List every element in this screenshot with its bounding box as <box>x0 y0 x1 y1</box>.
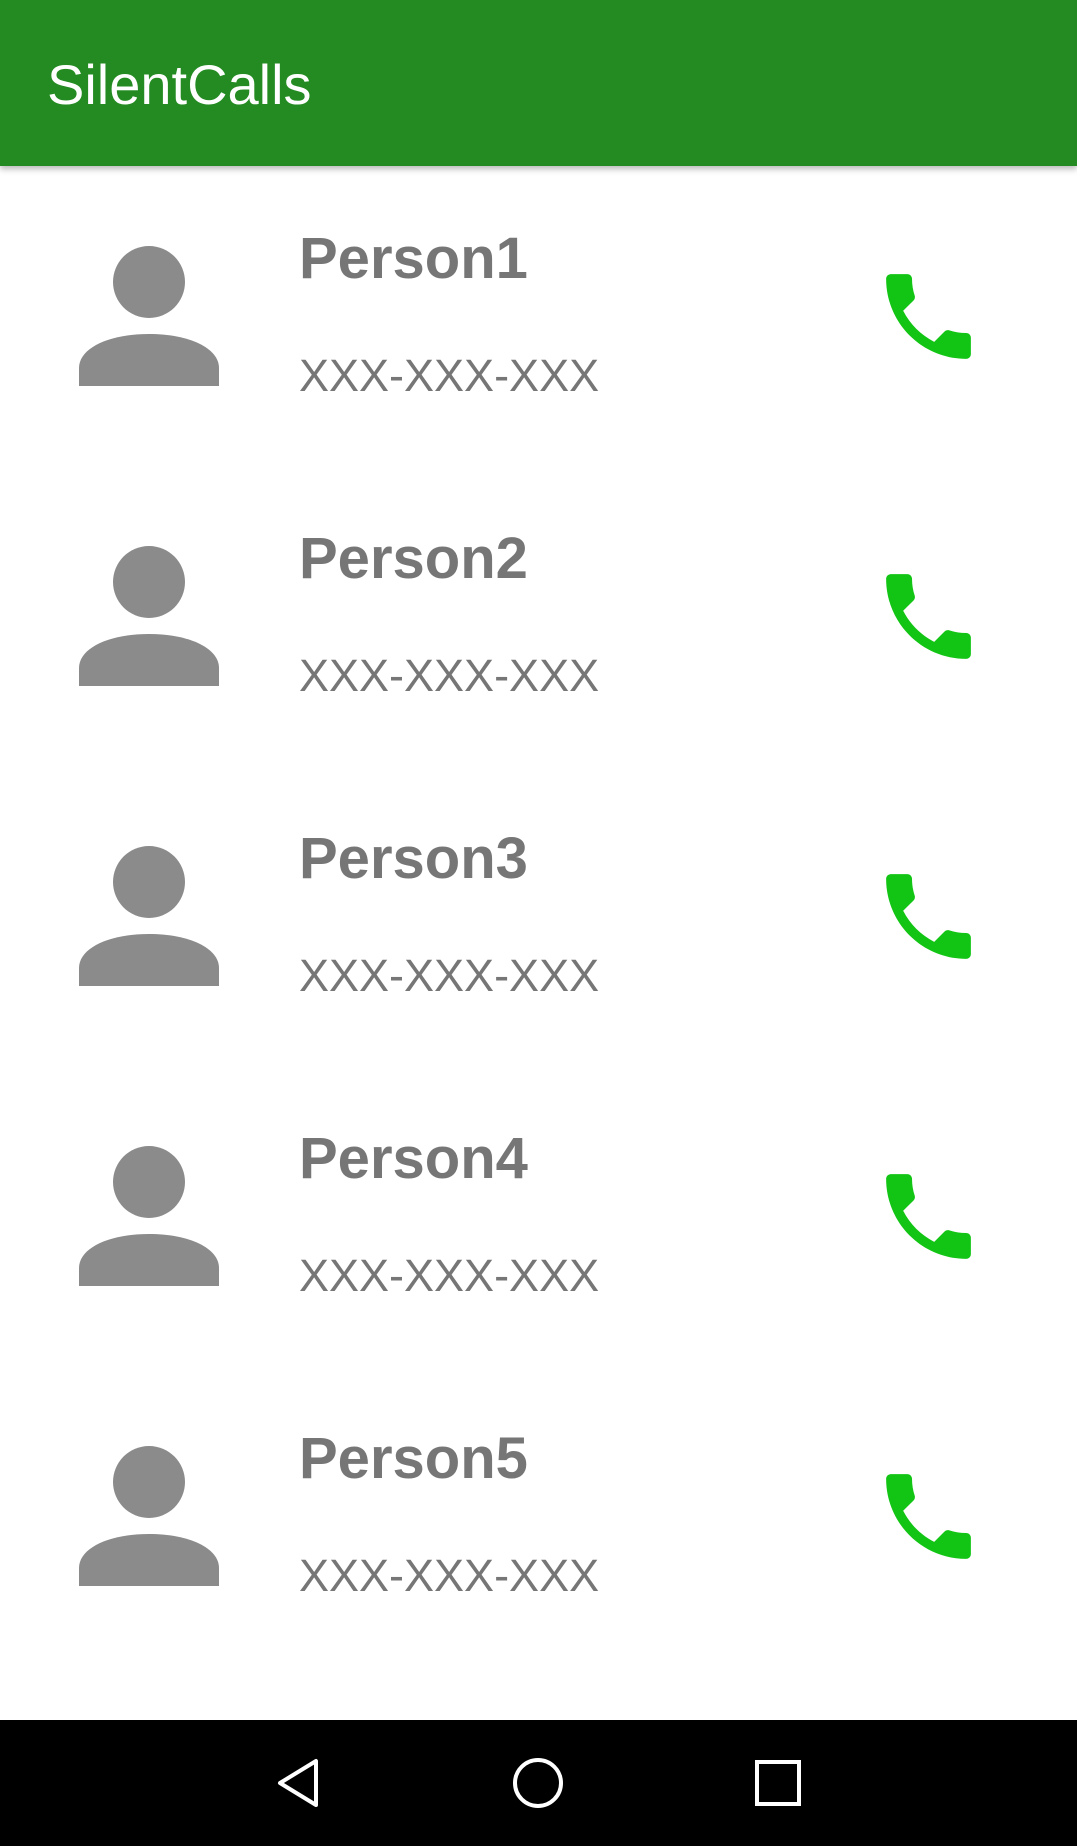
phone-icon[interactable] <box>872 1460 985 1573</box>
contact-name: Person1 <box>299 226 528 291</box>
contact-row[interactable]: Person4 XXX-XXX-XXX <box>0 1066 1077 1366</box>
contact-name: Person4 <box>299 1126 528 1191</box>
contact-name: Person2 <box>299 526 528 591</box>
contact-row[interactable]: Person2 XXX-XXX-XXX <box>0 466 1077 766</box>
contact-name: Person5 <box>299 1426 528 1491</box>
contact-phone: XXX-XXX-XXX <box>299 650 600 701</box>
contact-phone: XXX-XXX-XXX <box>299 1550 600 1601</box>
app-bar: SilentCalls <box>0 0 1077 166</box>
contact-phone: XXX-XXX-XXX <box>299 350 600 401</box>
person-icon <box>79 1446 219 1586</box>
back-icon[interactable] <box>270 1753 330 1813</box>
person-icon <box>79 846 219 986</box>
phone-icon[interactable] <box>872 860 985 973</box>
person-icon <box>79 546 219 686</box>
contact-row[interactable]: Person5 XXX-XXX-XXX <box>0 1366 1077 1666</box>
contact-name: Person3 <box>299 826 528 891</box>
system-nav-bar <box>0 1720 1077 1846</box>
person-icon <box>79 1146 219 1286</box>
phone-icon[interactable] <box>872 1160 985 1273</box>
person-icon <box>79 246 219 386</box>
contact-phone: XXX-XXX-XXX <box>299 950 600 1001</box>
contact-row[interactable]: Person1 XXX-XXX-XXX <box>0 166 1077 466</box>
phone-icon[interactable] <box>872 260 985 373</box>
contact-row[interactable]: Person3 XXX-XXX-XXX <box>0 766 1077 1066</box>
contact-phone: XXX-XXX-XXX <box>299 1250 600 1301</box>
home-icon[interactable] <box>508 1753 568 1813</box>
phone-icon[interactable] <box>872 560 985 673</box>
contact-list: Person1 XXX-XXX-XXX Person2 XXX-XXX-XXX … <box>0 166 1077 1720</box>
app-title: SilentCalls <box>47 53 312 116</box>
recents-icon[interactable] <box>748 1753 808 1813</box>
